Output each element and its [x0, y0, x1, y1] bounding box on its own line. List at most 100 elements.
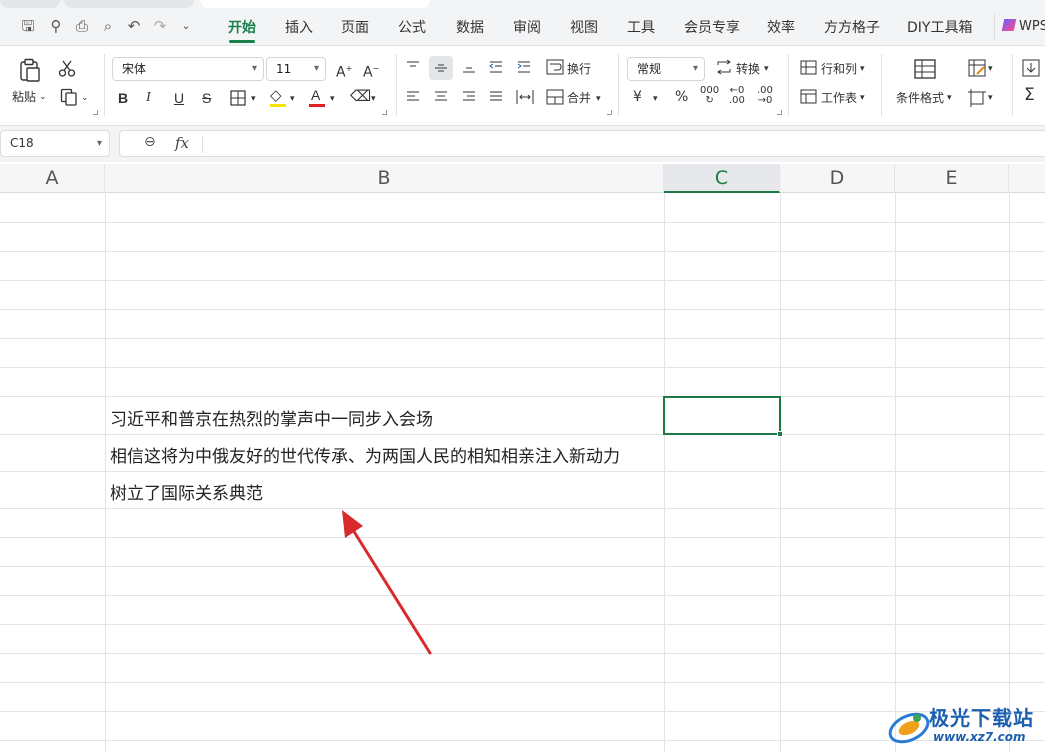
print-icon[interactable]: ⎙: [72, 16, 92, 36]
distribute-icon[interactable]: [516, 89, 534, 105]
percent-button[interactable]: %: [675, 88, 688, 106]
column-header-b[interactable]: B: [105, 164, 664, 193]
cell-style-icon[interactable]: [968, 59, 986, 77]
redo-icon[interactable]: ↷: [150, 16, 170, 36]
number-format-select[interactable]: 常规 ▾: [627, 57, 705, 81]
convert-label[interactable]: 转换: [736, 60, 760, 78]
tab-formula[interactable]: 公式: [398, 17, 426, 37]
chevron-down-icon[interactable]: ▾: [947, 89, 952, 107]
chevron-down-icon[interactable]: ▾: [653, 90, 658, 108]
column-header-a[interactable]: A: [0, 164, 105, 193]
tab-home[interactable]: 开始: [228, 17, 256, 37]
fill-down-icon[interactable]: [1022, 59, 1040, 77]
chevron-down-icon[interactable]: ▾: [596, 90, 601, 108]
highlight-icon[interactable]: ◇: [270, 86, 282, 104]
thousands-separator-icon[interactable]: 000 ↻: [700, 86, 719, 106]
column-header-d[interactable]: D: [780, 164, 895, 193]
decrease-font-icon[interactable]: A−: [363, 60, 379, 82]
tab-tools[interactable]: 工具: [627, 17, 655, 37]
chevron-down-icon[interactable]: ⌄: [176, 16, 196, 36]
print-preview-icon[interactable]: ⌕: [98, 16, 118, 36]
align-center-icon[interactable]: [433, 90, 449, 104]
worksheet-label[interactable]: 工作表: [821, 89, 857, 107]
wrap-text-icon[interactable]: [546, 59, 564, 75]
tab-page[interactable]: 页面: [341, 17, 369, 37]
currency-button[interactable]: ¥: [633, 88, 642, 106]
number-launcher-icon[interactable]: [777, 110, 782, 115]
border-icon[interactable]: [230, 90, 246, 106]
cell-b-text[interactable]: 相信这将为中俄友好的世代传承、为两国人民的相知相亲注入新动力: [110, 442, 620, 467]
align-left-icon[interactable]: [405, 90, 421, 104]
document-tab[interactable]: [64, 0, 194, 8]
align-top-icon[interactable]: [405, 60, 421, 74]
chevron-down-icon[interactable]: ▾: [860, 60, 865, 78]
merge-label[interactable]: 合并: [567, 89, 591, 107]
tab-efficiency[interactable]: 效率: [767, 17, 795, 37]
chevron-down-icon[interactable]: ▾: [330, 90, 335, 108]
paste-icon[interactable]: [18, 58, 42, 82]
decrease-indent-icon[interactable]: [488, 60, 504, 74]
conditional-format-label[interactable]: 条件格式: [896, 89, 944, 107]
font-color-icon[interactable]: A: [311, 86, 320, 104]
justify-icon[interactable]: [488, 90, 504, 104]
font-launcher-icon[interactable]: [382, 110, 387, 115]
align-bottom-icon[interactable]: [461, 60, 477, 74]
tab-diy-toolbox[interactable]: DIY工具箱: [907, 17, 972, 37]
fill-handle[interactable]: [777, 431, 783, 437]
rows-columns-icon[interactable]: [800, 60, 817, 75]
tab-insert[interactable]: 插入: [285, 17, 313, 37]
column-header-e[interactable]: E: [895, 164, 1009, 193]
tab-member[interactable]: 会员专享: [684, 17, 740, 37]
chevron-down-icon[interactable]: ▾: [988, 60, 993, 78]
font-name-select[interactable]: 宋体 ▾: [112, 57, 264, 81]
increase-font-icon[interactable]: A+: [336, 60, 352, 82]
fx-icon[interactable]: fx: [175, 134, 189, 152]
copy-icon[interactable]: [60, 88, 78, 106]
clipboard-launcher-icon[interactable]: [93, 110, 98, 115]
align-right-icon[interactable]: [461, 90, 477, 104]
merge-icon[interactable]: [546, 89, 564, 105]
align-middle-button[interactable]: [429, 56, 453, 80]
share-icon[interactable]: ⚲: [46, 16, 66, 36]
chevron-down-icon[interactable]: ▾: [251, 90, 256, 108]
underline-button[interactable]: U: [174, 89, 184, 107]
tab-data[interactable]: 数据: [456, 17, 484, 37]
cell-b-text[interactable]: 树立了国际关系典范: [110, 479, 263, 504]
increase-indent-icon[interactable]: [516, 60, 532, 74]
chevron-down-icon[interactable]: ▾: [988, 89, 993, 107]
bold-button[interactable]: B: [118, 89, 128, 107]
copy-dropdown-icon[interactable]: ⌄: [81, 89, 89, 107]
cell-b-text[interactable]: 习近平和普京在热烈的掌声中一同步入会场: [110, 405, 433, 430]
document-tab-active[interactable]: [200, 0, 430, 8]
chevron-down-icon[interactable]: ▾: [860, 89, 865, 107]
rows-columns-label[interactable]: 行和列: [821, 60, 857, 78]
active-cell-selection[interactable]: [663, 396, 783, 437]
strikethrough-button[interactable]: S: [202, 89, 211, 107]
wrap-text-label[interactable]: 换行: [567, 60, 591, 78]
eraser-icon[interactable]: ⌫: [350, 87, 371, 105]
chevron-down-icon[interactable]: ▾: [764, 60, 769, 78]
name-box[interactable]: C18 ▾: [0, 130, 110, 157]
tab-review[interactable]: 审阅: [513, 17, 541, 37]
increase-decimal-icon[interactable]: ←0.00: [729, 86, 745, 106]
tab-fangfang[interactable]: 方方格子: [824, 17, 880, 37]
wps-ai-button[interactable]: WPS: [994, 14, 1045, 40]
zoom-search-icon[interactable]: ⊖: [144, 134, 156, 150]
format-icon[interactable]: [968, 89, 986, 107]
paste-dropdown-icon[interactable]: ⌄: [39, 88, 47, 106]
column-header-c[interactable]: C: [664, 164, 780, 193]
document-tab[interactable]: [0, 0, 60, 8]
undo-icon[interactable]: ↶: [124, 16, 144, 36]
worksheet-icon[interactable]: [800, 89, 817, 104]
sum-icon[interactable]: Σ: [1024, 86, 1035, 104]
tab-view[interactable]: 视图: [570, 17, 598, 37]
italic-button[interactable]: I: [146, 89, 151, 107]
chevron-down-icon[interactable]: ▾: [371, 90, 376, 108]
cut-icon[interactable]: [58, 60, 76, 78]
save-icon[interactable]: 🖫: [18, 16, 38, 36]
font-size-select[interactable]: 11 ▾: [266, 57, 326, 81]
alignment-launcher-icon[interactable]: [607, 110, 612, 115]
column-header[interactable]: [1009, 164, 1045, 193]
chevron-down-icon[interactable]: ▾: [290, 90, 295, 108]
paste-label[interactable]: 粘贴: [12, 88, 36, 106]
